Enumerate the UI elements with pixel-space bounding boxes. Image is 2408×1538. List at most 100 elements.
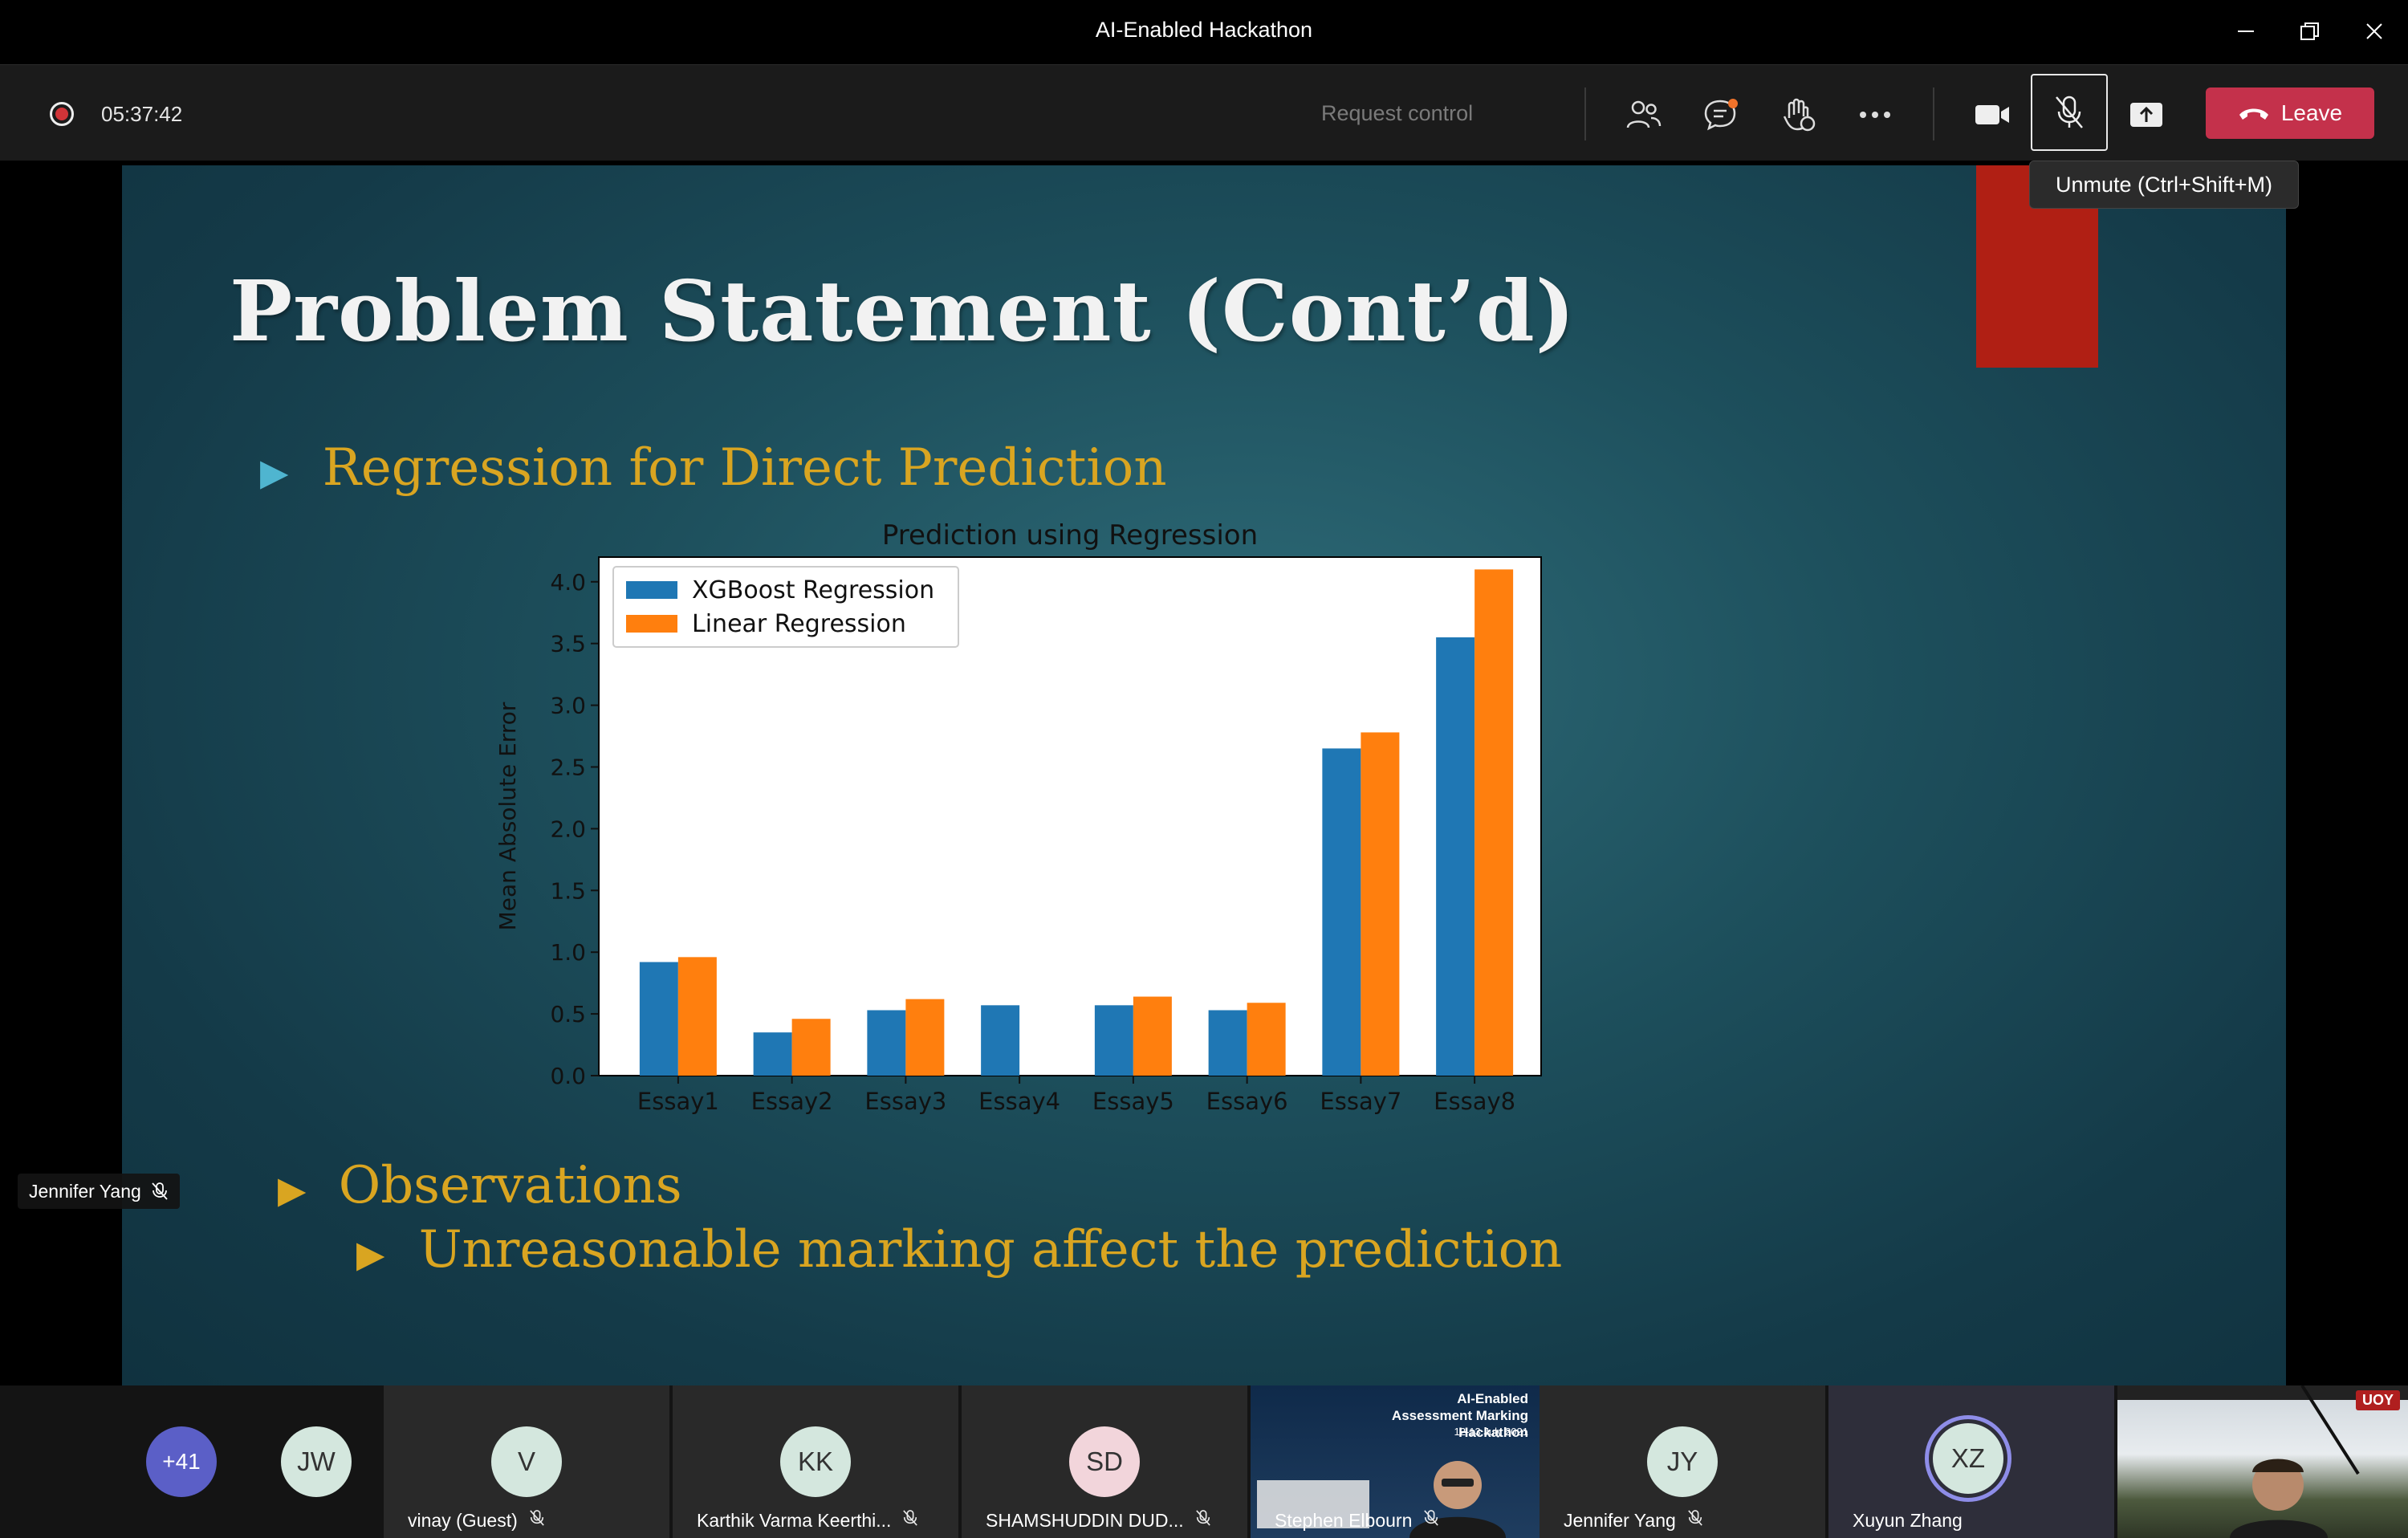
mute-toggle-button[interactable] bbox=[2031, 74, 2108, 151]
mic-off-icon bbox=[529, 1509, 545, 1532]
bar-xgboost-essay2 bbox=[753, 1032, 792, 1076]
window-title: AI-Enabled Hackathon bbox=[1095, 18, 1313, 42]
title-bar: AI-Enabled Hackathon bbox=[0, 0, 2408, 64]
more-icon bbox=[1860, 112, 1890, 118]
participant-tile-speaking[interactable]: XZ Xuyun Zhang bbox=[1828, 1385, 2114, 1538]
camera-button[interactable] bbox=[1967, 89, 2018, 140]
y-tick-label: 1.5 bbox=[550, 877, 586, 904]
y-tick-label: 2.5 bbox=[550, 754, 586, 780]
participant-name-row: vinay (Guest) bbox=[408, 1509, 545, 1532]
bar-linear-essay1 bbox=[677, 957, 717, 1076]
avatar: SD bbox=[1069, 1426, 1140, 1497]
y-tick-label: 0.5 bbox=[550, 1001, 586, 1027]
participant-name-row: Karthik Varma Keerthi... bbox=[697, 1509, 918, 1532]
participant-tile[interactable]: V vinay (Guest) bbox=[384, 1385, 669, 1538]
legend-label: XGBoost Regression bbox=[692, 576, 934, 604]
x-tick-label: Essay1 bbox=[637, 1088, 719, 1115]
camera-icon bbox=[1975, 105, 2009, 124]
presenter-name: Jennifer Yang bbox=[29, 1180, 141, 1202]
presenter-name-label: Jennifer Yang bbox=[18, 1174, 180, 1209]
participant-name-row: Jennifer Yang bbox=[1564, 1509, 1703, 1532]
y-axis-label: Mean Absolute Error bbox=[494, 702, 521, 930]
bar-linear-essay2 bbox=[791, 1019, 831, 1076]
bar-xgboost-essay7 bbox=[1322, 748, 1361, 1076]
y-tick-label: 4.0 bbox=[550, 569, 586, 596]
mic-off-icon bbox=[1423, 1509, 1439, 1532]
hang-up-icon bbox=[2239, 108, 2268, 120]
mic-off-icon bbox=[902, 1509, 918, 1532]
participants-button[interactable] bbox=[1618, 89, 1670, 140]
bar-linear-essay3 bbox=[905, 999, 945, 1076]
bar-xgboost-essay3 bbox=[867, 1010, 906, 1076]
chat-button[interactable] bbox=[1695, 89, 1747, 140]
participant-name-row: Stephen Elbourn bbox=[1275, 1509, 1439, 1532]
mic-off-icon bbox=[2056, 96, 2083, 128]
meeting-timer: 05:37:42 bbox=[101, 102, 183, 126]
y-tick-label: 1.0 bbox=[550, 939, 586, 966]
y-tick-label: 0.0 bbox=[550, 1063, 586, 1089]
participant-tile[interactable]: KK Karthik Varma Keerthi... bbox=[673, 1385, 958, 1538]
bar-xgboost-essay1 bbox=[639, 962, 678, 1076]
x-tick-label: Essay8 bbox=[1434, 1088, 1515, 1115]
participant-name-row: Xuyun Zhang bbox=[1853, 1510, 1963, 1532]
x-tick-label: Essay6 bbox=[1206, 1088, 1288, 1115]
restore-button[interactable] bbox=[2286, 11, 2334, 51]
participant-video-tile[interactable]: UOY bbox=[2117, 1385, 2408, 1538]
bar-linear-essay7 bbox=[1361, 732, 1400, 1076]
unmute-tooltip: Unmute (Ctrl+Shift+M) bbox=[2029, 161, 2299, 209]
uoy-badge: UOY bbox=[2355, 1390, 2400, 1410]
avatar: +41 bbox=[146, 1426, 217, 1497]
avatar: JW bbox=[281, 1426, 352, 1497]
leave-label: Leave bbox=[2280, 100, 2343, 125]
reactions-icon bbox=[1783, 98, 1816, 132]
avatar: V bbox=[491, 1426, 562, 1497]
x-tick-label: Essay2 bbox=[751, 1088, 833, 1115]
participant-name: Xuyun Zhang bbox=[1853, 1510, 1963, 1531]
participant-strip: +41 JW V vinay (Guest) KK Karthik Varma … bbox=[0, 1385, 2408, 1538]
toolbar-divider bbox=[1584, 87, 1586, 140]
bar-xgboost-essay8 bbox=[1436, 637, 1475, 1076]
y-tick-label: 2.0 bbox=[550, 816, 586, 842]
participant-tile[interactable]: SD SHAMSHUDDIN DUD... bbox=[962, 1385, 1247, 1538]
chart-title: Prediction using Regression bbox=[882, 519, 1258, 551]
participant-tile-overflow[interactable]: +41 JW bbox=[95, 1385, 384, 1538]
raise-hand-button[interactable] bbox=[1772, 89, 1824, 140]
request-control-button[interactable]: Request control bbox=[1316, 100, 1478, 127]
minimize-button[interactable] bbox=[2222, 11, 2270, 51]
avatar: XZ bbox=[1933, 1423, 2003, 1494]
participant-name: Stephen Elbourn bbox=[1275, 1509, 1413, 1531]
participant-tile[interactable]: JY Jennifer Yang bbox=[1540, 1385, 1825, 1538]
x-tick-label: Essay7 bbox=[1320, 1088, 1401, 1115]
share-icon bbox=[2130, 103, 2162, 127]
bar-xgboost-essay5 bbox=[1094, 1005, 1133, 1076]
more-options-button[interactable] bbox=[1849, 89, 1901, 140]
presentation-slide: Problem Statement (Cont’d) ▶ Regression … bbox=[122, 165, 2286, 1385]
mic-off-icon bbox=[1195, 1509, 1211, 1532]
participant-video-tile[interactable]: AI-Enabled Assessment Marking Hackathon … bbox=[1251, 1385, 1540, 1538]
participant-name: Karthik Varma Keerthi... bbox=[697, 1509, 892, 1531]
bar-linear-essay6 bbox=[1247, 1003, 1286, 1076]
bar-linear-essay8 bbox=[1474, 569, 1514, 1076]
y-tick-label: 3.5 bbox=[550, 631, 586, 657]
x-tick-label: Essay3 bbox=[864, 1088, 946, 1115]
people-icon bbox=[1626, 100, 1662, 128]
leave-button[interactable]: Leave bbox=[2206, 87, 2374, 139]
chat-icon bbox=[1704, 99, 1738, 131]
toolbar-divider bbox=[1933, 87, 1934, 140]
bar-xgboost-essay6 bbox=[1208, 1010, 1247, 1076]
avatar: KK bbox=[780, 1426, 851, 1497]
x-tick-label: Essay4 bbox=[978, 1088, 1060, 1115]
participant-name: SHAMSHUDDIN DUD... bbox=[986, 1509, 1184, 1531]
participant-name: Jennifer Yang bbox=[1564, 1509, 1676, 1531]
x-tick-label: Essay5 bbox=[1092, 1088, 1174, 1115]
share-screen-button[interactable] bbox=[2121, 89, 2172, 140]
legend-swatch bbox=[626, 615, 677, 633]
close-window-button[interactable] bbox=[2350, 11, 2398, 51]
bar-chart: Prediction using Regression 0.0 0.5 1.0 1.5 2… bbox=[494, 519, 1542, 1115]
participant-name: vinay (Guest) bbox=[408, 1509, 518, 1531]
participant-name-row: SHAMSHUDDIN DUD... bbox=[986, 1509, 1211, 1532]
bar-xgboost-essay4 bbox=[981, 1005, 1020, 1076]
meeting-toolbar: 05:37:42 Request control Leave bbox=[0, 64, 2408, 161]
legend-label: Linear Regression bbox=[692, 610, 906, 638]
legend-swatch bbox=[626, 581, 677, 599]
